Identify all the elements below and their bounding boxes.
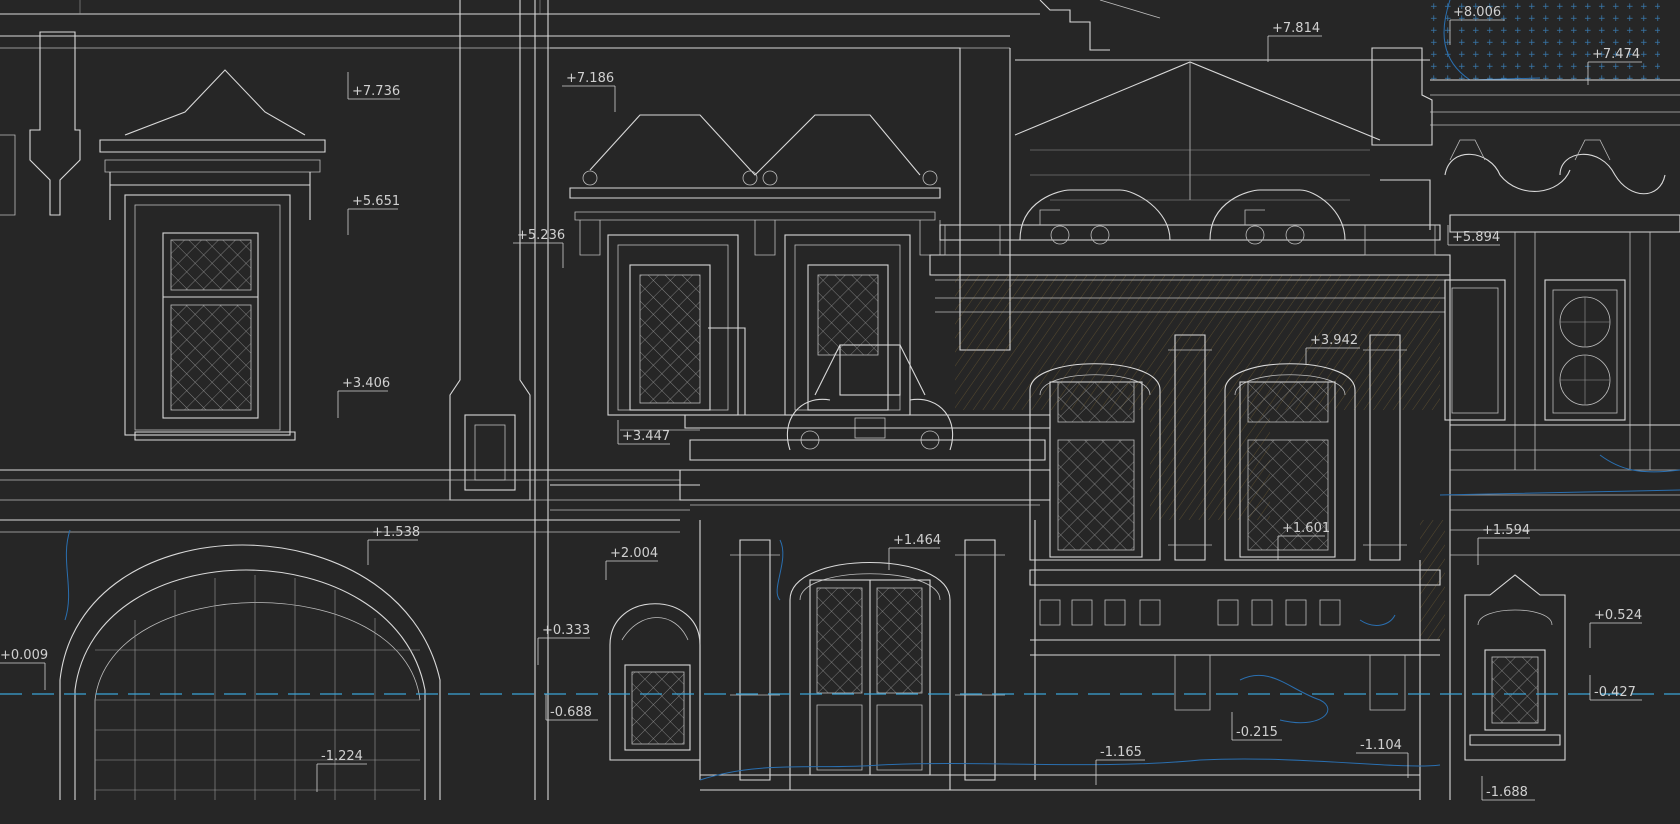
level-mark: +5.651 xyxy=(347,194,400,235)
level-mark: -1.104 xyxy=(1356,738,1409,778)
left-building xyxy=(0,0,680,800)
svg-text:-1.224: -1.224 xyxy=(321,749,363,764)
svg-text:+3.447: +3.447 xyxy=(622,429,670,444)
survey-lines xyxy=(699,539,1441,781)
level-mark: +3.447 xyxy=(617,420,670,445)
svg-text:+1.538: +1.538 xyxy=(372,525,420,540)
svg-text:+3.942: +3.942 xyxy=(1310,333,1358,348)
level-mark: +0.009 xyxy=(0,648,48,690)
svg-text:-0.215: -0.215 xyxy=(1236,725,1278,740)
level-mark: +7.186 xyxy=(562,71,616,112)
level-mark: +7.814 xyxy=(1267,21,1322,62)
svg-text:+1.464: +1.464 xyxy=(893,533,941,548)
svg-text:+7.736: +7.736 xyxy=(352,84,400,99)
portal-building xyxy=(679,189,1451,800)
svg-text:+0.333: +0.333 xyxy=(542,623,590,638)
level-mark: +5.236 xyxy=(513,228,565,268)
level-mark: +2.004 xyxy=(605,546,658,580)
svg-text:-1.165: -1.165 xyxy=(1100,745,1142,760)
svg-text:+7.474: +7.474 xyxy=(1592,47,1640,62)
svg-text:-0.427: -0.427 xyxy=(1594,685,1636,700)
svg-text:+1.594: +1.594 xyxy=(1482,523,1530,538)
svg-text:+7.186: +7.186 xyxy=(566,71,614,86)
svg-text:-1.104: -1.104 xyxy=(1360,738,1402,753)
svg-text:+5.236: +5.236 xyxy=(517,228,565,243)
svg-text:-0.688: -0.688 xyxy=(550,705,592,720)
level-mark: +3.406 xyxy=(337,376,390,418)
level-mark: -1.688 xyxy=(1481,776,1535,801)
level-mark: +1.538 xyxy=(367,525,420,565)
facade-elevation-drawing[interactable]: +8.006 +7.814 +7.474 +7.736 +7.186 +5.65… xyxy=(0,0,1680,824)
svg-text:+7.814: +7.814 xyxy=(1272,21,1320,36)
cad-viewport[interactable]: +8.006 +7.814 +7.474 +7.736 +7.186 +5.65… xyxy=(0,0,1680,824)
middle-building xyxy=(550,47,1011,761)
svg-text:+0.009: +0.009 xyxy=(0,648,48,663)
level-mark: -0.427 xyxy=(1589,675,1642,701)
svg-text:+1.601: +1.601 xyxy=(1282,521,1330,536)
svg-text:+5.651: +5.651 xyxy=(352,194,400,209)
svg-text:+2.004: +2.004 xyxy=(610,546,658,561)
svg-text:+0.524: +0.524 xyxy=(1594,608,1642,623)
level-mark: -0.688 xyxy=(545,694,598,721)
level-mark: +1.594 xyxy=(1477,523,1530,565)
svg-text:-1.688: -1.688 xyxy=(1486,785,1528,800)
level-mark: -0.215 xyxy=(1231,712,1282,741)
svg-text:+8.006: +8.006 xyxy=(1453,5,1501,20)
level-mark: +0.333 xyxy=(537,623,590,665)
level-mark: +5.894 xyxy=(1447,225,1500,246)
level-mark: +0.524 xyxy=(1589,608,1642,648)
level-mark: +7.736 xyxy=(347,72,400,100)
svg-text:+5.894: +5.894 xyxy=(1452,230,1500,245)
svg-text:+3.406: +3.406 xyxy=(342,376,390,391)
level-mark: -1.224 xyxy=(316,749,367,792)
